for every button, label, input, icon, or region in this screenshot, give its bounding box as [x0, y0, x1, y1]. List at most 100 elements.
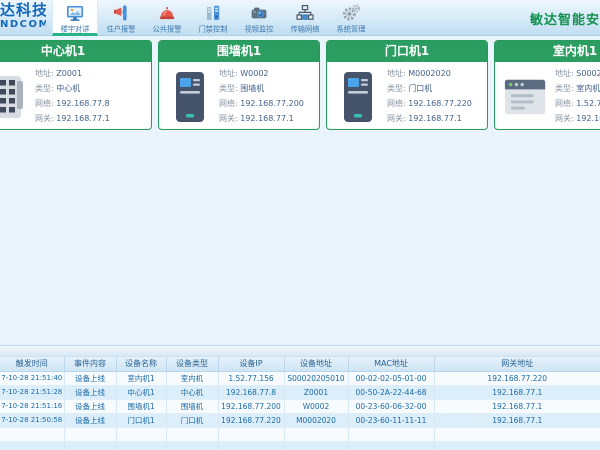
network-icon [295, 3, 315, 23]
cell-device-name: 门口机1 [116, 413, 166, 427]
table-empty-row [0, 427, 600, 441]
center-unit-icon [0, 66, 31, 127]
column-header-mac-addr[interactable]: MAC地址 [348, 357, 434, 371]
main-menu: 楼宇对讲 住户报警 [52, 0, 374, 36]
cell-device-ip: 192.168.77.8 [218, 385, 284, 399]
cell-gateway-addr: 192.168.77.1 [434, 413, 600, 427]
menu-item-system-management[interactable]: 系统管理 [328, 0, 374, 36]
cell-device-name: 中心机1 [116, 385, 166, 399]
device-card-center-unit[interactable]: 中心机1 [0, 40, 152, 130]
card-field-type: 类型: 围墙机 [219, 81, 317, 96]
indoor-unit-icon [501, 66, 551, 127]
menu-item-transmission-network[interactable]: 传输网络 [282, 0, 328, 36]
cell-gateway-addr: 192.168.77.220 [434, 371, 600, 385]
menu-item-label: 传输网络 [291, 25, 320, 35]
card-field-gateway: 网关: 192.168.77.1 [219, 111, 317, 126]
device-card-row: 中心机1 [0, 40, 600, 132]
top-bar: 达科技 NDCOM 楼宇对讲 [0, 0, 600, 36]
menu-item-resident-alarm[interactable]: 住户报警 [98, 0, 144, 36]
card-field-gateway: 网关: 192.168.77.1 [387, 111, 485, 126]
cell-mac-addr: 00-02-02-05-01-00 [348, 371, 434, 385]
menu-item-video-surveillance[interactable]: 视频监控 [236, 0, 282, 36]
column-header-gateway-addr[interactable]: 网关地址 [434, 357, 600, 371]
menu-item-building-intercom[interactable]: 楼宇对讲 [52, 0, 98, 36]
menu-item-access-control[interactable]: 门禁控制 [190, 0, 236, 36]
cell-gateway-addr: 192.168.77.1 [434, 399, 600, 413]
card-title: 中心机1 [0, 41, 151, 62]
camera-icon [249, 3, 269, 23]
brand-logo-cn: 达科技 [0, 2, 46, 19]
cell-mac-addr: 00-23-60-06-32-00 [348, 399, 434, 413]
card-field-address: 地址: Z0001 [35, 66, 149, 81]
access-control-icon [203, 3, 223, 23]
cell-event-content: 设备上线 [64, 413, 116, 427]
card-field-gateway: 网关: 192.168.77.1 [555, 111, 600, 126]
cell-event-content: 设备上线 [64, 371, 116, 385]
cell-device-addr: W0002 [284, 399, 348, 413]
cell-device-name: 围墙机1 [116, 399, 166, 413]
table-row[interactable]: 7-10-28 21:51:16 设备上线 围墙机1 围墙机 192.168.7… [0, 399, 600, 413]
menu-item-label: 门禁控制 [199, 25, 228, 35]
cell-device-type: 围墙机 [166, 399, 218, 413]
event-table: 触发时间 事件内容 设备名称 设备类型 设备IP 设备地址 MAC地址 网关地址… [0, 357, 600, 450]
menu-item-label: 公共报警 [153, 25, 182, 35]
door-unit-icon [333, 66, 383, 127]
column-header-device-type[interactable]: 设备类型 [166, 357, 218, 371]
card-field-gateway: 网关: 192.168.77.1 [35, 111, 149, 126]
card-field-type: 类型: 中心机 [35, 81, 149, 96]
column-header-event-content[interactable]: 事件内容 [64, 357, 116, 371]
card-field-network: 网络: 1.52.77.156 [555, 96, 600, 111]
cell-trigger-time: 7-10-28 21:50:58 [0, 413, 64, 427]
column-header-device-name[interactable]: 设备名称 [116, 357, 166, 371]
device-card-indoor-unit[interactable]: 室内机1 地址: S00020205010 [494, 40, 600, 130]
cell-device-type: 门口机 [166, 413, 218, 427]
brand-logo-en: NDCOM [0, 19, 46, 30]
cell-device-ip: 192.168.77.200 [218, 399, 284, 413]
wall-unit-icon [165, 66, 215, 127]
card-field-network: 网络: 192.168.77.200 [219, 96, 317, 111]
column-header-trigger-time[interactable]: 触发时间 [0, 357, 64, 371]
menu-item-label: 楼宇对讲 [61, 25, 90, 35]
cell-device-type: 中心机 [166, 385, 218, 399]
table-row[interactable]: 7-10-28 21:50:58 设备上线 门口机1 门口机 192.168.7… [0, 413, 600, 427]
device-card-wall-unit[interactable]: 围墙机1 地址: W0002 类型: 围墙机 网络: 192.168.7 [158, 40, 320, 130]
cell-device-ip: 192.168.77.220 [218, 413, 284, 427]
brand-logo: 达科技 NDCOM [0, 2, 46, 30]
table-empty-row [0, 441, 600, 450]
resident-alarm-icon [111, 3, 131, 23]
card-field-type: 类型: 室内机 [555, 81, 600, 96]
panel-splitter[interactable] [0, 345, 600, 357]
menu-item-label: 系统管理 [337, 25, 366, 35]
cell-mac-addr: 00-23-60-11-11-11 [348, 413, 434, 427]
table-row[interactable]: 7-10-28 21:51:40 设备上线 室内机1 室内机 1.52.77.1… [0, 371, 600, 385]
card-title: 室内机1 [495, 41, 600, 62]
cell-device-addr: M0002020 [284, 413, 348, 427]
card-title: 围墙机1 [159, 41, 319, 62]
column-header-device-ip[interactable]: 设备IP [218, 357, 284, 371]
card-title: 门口机1 [327, 41, 487, 62]
cell-trigger-time: 7-10-28 21:51:28 [0, 385, 64, 399]
cell-event-content: 设备上线 [64, 399, 116, 413]
gear-icon [341, 3, 361, 23]
table-row[interactable]: 7-10-28 21:51:28 设备上线 中心机1 中心机 192.168.7… [0, 385, 600, 399]
workspace-area [0, 132, 600, 345]
card-field-address: 地址: W0002 [219, 66, 317, 81]
device-card-door-unit[interactable]: 门口机1 地址: M0002020 类型: 门口机 网络: 192.16 [326, 40, 488, 130]
card-field-type: 类型: 门口机 [387, 81, 485, 96]
card-field-network: 网络: 192.168.77.220 [387, 96, 485, 111]
siren-icon [157, 3, 177, 23]
monitor-icon [65, 3, 85, 23]
menu-item-label: 视频监控 [245, 25, 274, 35]
event-log-panel: 触发时间 事件内容 设备名称 设备类型 设备IP 设备地址 MAC地址 网关地址… [0, 357, 600, 450]
card-field-address: 地址: S00020205010 [555, 66, 600, 81]
cell-device-type: 室内机 [166, 371, 218, 385]
menu-item-public-alarm[interactable]: 公共报警 [144, 0, 190, 36]
cell-mac-addr: 00-50-2A-22-44-68 [348, 385, 434, 399]
cell-event-content: 设备上线 [64, 385, 116, 399]
column-header-device-addr[interactable]: 设备地址 [284, 357, 348, 371]
menu-item-label: 住户报警 [107, 25, 136, 35]
card-field-network: 网络: 192.168.77.8 [35, 96, 149, 111]
card-field-address: 地址: M0002020 [387, 66, 485, 81]
cell-device-ip: 1.52.77.156 [218, 371, 284, 385]
cell-device-addr: S00020205010 [284, 371, 348, 385]
